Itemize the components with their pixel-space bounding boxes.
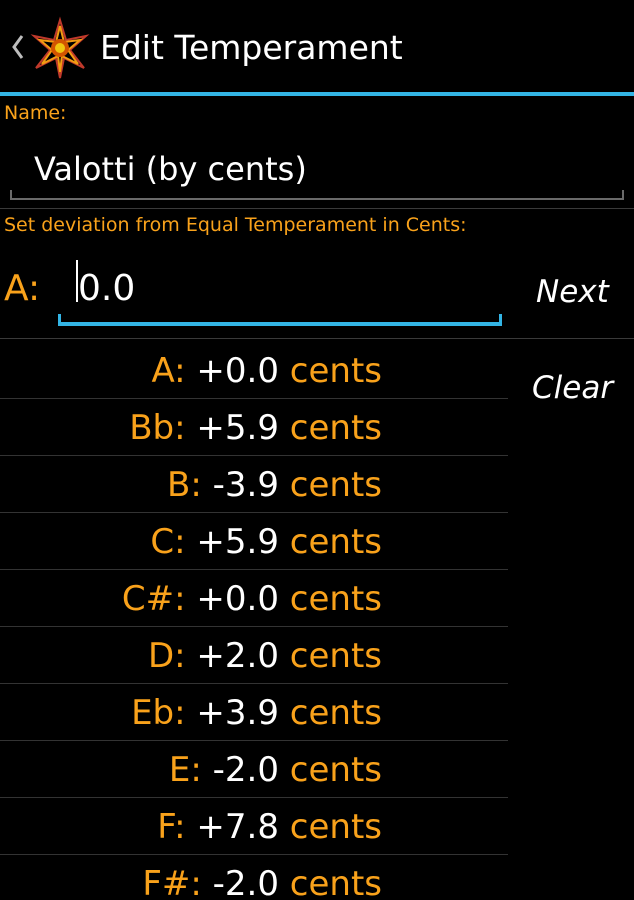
action-bar: Edit Temperament — [0, 0, 634, 92]
name-field-underline — [10, 190, 624, 200]
cents-unit: cents — [289, 579, 382, 619]
note-name: Bb: — [129, 408, 186, 448]
note-name: A: — [151, 351, 186, 391]
list-item[interactable]: B: -3.9 cents — [0, 456, 508, 513]
list-item[interactable]: F#: -2.0 cents — [0, 855, 508, 900]
list-item[interactable]: C: +5.9 cents — [0, 513, 508, 570]
list-item[interactable]: C#: +0.0 cents — [0, 570, 508, 627]
list-item[interactable]: Eb: +3.9 cents — [0, 684, 508, 741]
cents-unit: cents — [289, 351, 382, 391]
cents-unit: cents — [289, 636, 382, 676]
action-bar-divider — [0, 92, 634, 96]
name-field[interactable]: Valotti (by cents) — [10, 138, 624, 200]
cents-value: +2.0 — [196, 636, 279, 676]
cents-unit: cents — [289, 693, 382, 733]
note-name: C: — [150, 522, 186, 562]
page-title: Edit Temperament — [100, 28, 403, 67]
list-item[interactable]: A: +0.0 cents — [0, 342, 508, 399]
note-name: E: — [168, 750, 202, 790]
cents-unit: cents — [289, 750, 382, 790]
current-note-label: A: — [4, 268, 41, 309]
list-item[interactable]: F: +7.8 cents — [0, 798, 508, 855]
note-name: B: — [167, 465, 202, 505]
section-divider — [0, 208, 634, 209]
cents-value: +0.0 — [196, 351, 279, 391]
cents-value: +5.9 — [196, 408, 279, 448]
note-name: F: — [157, 807, 186, 847]
note-name: C#: — [121, 579, 186, 619]
cents-unit: cents — [289, 408, 382, 448]
name-label: Name: — [4, 102, 67, 124]
note-name: D: — [147, 636, 186, 676]
cents-value: -2.0 — [212, 864, 279, 900]
cents-value: +5.9 — [196, 522, 279, 562]
deviation-label: Set deviation from Equal Temperament in … — [4, 214, 467, 236]
cents-unit: cents — [289, 807, 382, 847]
cents-unit: cents — [289, 465, 382, 505]
note-deviation-list: A: +0.0 cents Bb: +5.9 cents B: -3.9 cen… — [0, 342, 508, 900]
note-name: Eb: — [131, 693, 186, 733]
cents-value: -3.9 — [212, 465, 279, 505]
cents-input[interactable]: 0.0 — [58, 258, 502, 326]
cents-value: +7.8 — [196, 807, 279, 847]
note-name: F#: — [142, 864, 202, 900]
cents-input-value: 0.0 — [78, 268, 136, 309]
cents-unit: cents — [289, 864, 382, 900]
cents-value: +0.0 — [196, 579, 279, 619]
clear-button[interactable]: Clear — [532, 370, 613, 406]
list-item[interactable]: D: +2.0 cents — [0, 627, 508, 684]
chevron-left-icon[interactable] — [10, 30, 26, 64]
list-item[interactable]: E: -2.0 cents — [0, 741, 508, 798]
input-divider — [0, 338, 634, 339]
next-button[interactable]: Next — [536, 274, 609, 310]
name-value: Valotti (by cents) — [34, 150, 307, 188]
cents-value: +3.9 — [196, 693, 279, 733]
cents-value: -2.0 — [212, 750, 279, 790]
cents-input-underline — [58, 314, 502, 326]
star-app-icon[interactable] — [28, 16, 92, 80]
cents-unit: cents — [289, 522, 382, 562]
list-item[interactable]: Bb: +5.9 cents — [0, 399, 508, 456]
